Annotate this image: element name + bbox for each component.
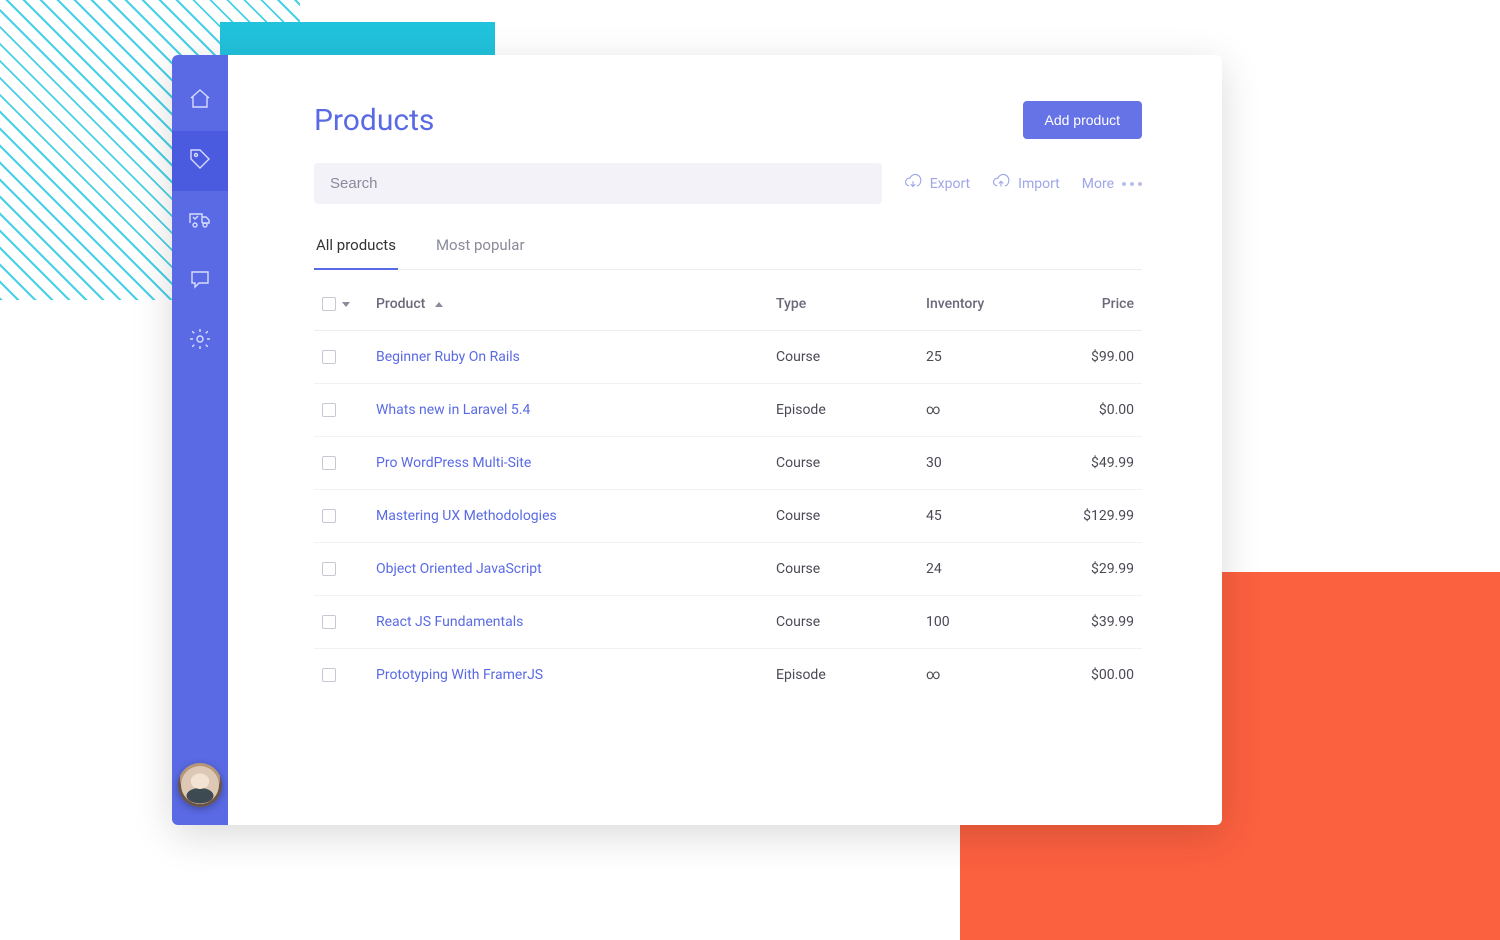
product-type: Episode (768, 649, 918, 702)
app-window: Products Add product Export Import More (172, 55, 1222, 825)
more-button[interactable]: More (1082, 176, 1142, 192)
product-price: $99.00 (1048, 331, 1142, 384)
table-row: Beginner Ruby On RailsCourse25$99.00 (314, 331, 1142, 384)
select-all-checkbox[interactable] (322, 297, 336, 311)
truck-icon (188, 207, 212, 235)
row-checkbox[interactable] (322, 403, 336, 417)
tab-all-products[interactable]: All products (314, 230, 398, 270)
product-inventory: 45 (918, 490, 1048, 543)
tabs: All products Most popular (314, 230, 1142, 270)
table-row: Prototyping With FramerJSEpisode∞$00.00 (314, 649, 1142, 702)
import-label: Import (1018, 176, 1060, 192)
product-type: Course (768, 490, 918, 543)
product-inventory: ∞ (918, 384, 1048, 437)
product-name-link[interactable]: Prototyping With FramerJS (368, 649, 768, 702)
row-checkbox[interactable] (322, 350, 336, 364)
product-name-link[interactable]: Beginner Ruby On Rails (368, 331, 768, 384)
product-inventory: 30 (918, 437, 1048, 490)
home-icon (188, 87, 212, 115)
sidebar-item-messages[interactable] (172, 251, 228, 311)
sidebar-item-home[interactable] (172, 71, 228, 131)
products-table: Product Type Inventory Price Beginner Ru… (314, 278, 1142, 701)
sort-asc-icon (435, 302, 443, 307)
main-content: Products Add product Export Import More (228, 55, 1222, 825)
product-price: $0.00 (1048, 384, 1142, 437)
table-row: React JS FundamentalsCourse100$39.99 (314, 596, 1142, 649)
header-product[interactable]: Product (368, 278, 768, 331)
row-checkbox[interactable] (322, 668, 336, 682)
header-inventory[interactable]: Inventory (918, 278, 1048, 331)
row-checkbox[interactable] (322, 562, 336, 576)
sidebar-item-orders[interactable] (172, 191, 228, 251)
product-price: $29.99 (1048, 543, 1142, 596)
export-button[interactable]: Export (904, 173, 970, 195)
product-type: Course (768, 331, 918, 384)
product-name-link[interactable]: React JS Fundamentals (368, 596, 768, 649)
product-name-link[interactable]: Object Oriented JavaScript (368, 543, 768, 596)
product-type: Episode (768, 384, 918, 437)
product-inventory: 100 (918, 596, 1048, 649)
import-button[interactable]: Import (992, 173, 1060, 195)
search-input[interactable] (314, 163, 882, 204)
product-inventory: 25 (918, 331, 1048, 384)
row-checkbox[interactable] (322, 509, 336, 523)
product-type: Course (768, 596, 918, 649)
product-price: $49.99 (1048, 437, 1142, 490)
product-type: Course (768, 543, 918, 596)
product-price: $39.99 (1048, 596, 1142, 649)
table-row: Pro WordPress Multi-SiteCourse30$49.99 (314, 437, 1142, 490)
table-row: Mastering UX MethodologiesCourse45$129.9… (314, 490, 1142, 543)
avatar[interactable] (178, 763, 222, 807)
product-name-link[interactable]: Pro WordPress Multi-Site (368, 437, 768, 490)
product-inventory: ∞ (918, 649, 1048, 702)
row-checkbox[interactable] (322, 456, 336, 470)
cloud-download-icon (904, 173, 922, 195)
product-name-link[interactable]: Mastering UX Methodologies (368, 490, 768, 543)
product-name-link[interactable]: Whats new in Laravel 5.4 (368, 384, 768, 437)
table-row: Whats new in Laravel 5.4Episode∞$0.00 (314, 384, 1142, 437)
product-price: $00.00 (1048, 649, 1142, 702)
chevron-down-icon[interactable] (342, 302, 350, 307)
header-price[interactable]: Price (1048, 278, 1142, 331)
add-product-button[interactable]: Add product (1023, 101, 1143, 139)
product-inventory: 24 (918, 543, 1048, 596)
sidebar-item-products[interactable] (172, 131, 228, 191)
cloud-upload-icon (992, 173, 1010, 195)
more-dots-icon (1122, 182, 1142, 186)
gear-icon (188, 327, 212, 355)
tag-icon (188, 147, 212, 175)
chat-icon (188, 267, 212, 295)
table-row: Object Oriented JavaScriptCourse24$29.99 (314, 543, 1142, 596)
tab-most-popular[interactable]: Most popular (434, 230, 527, 270)
export-label: Export (930, 176, 970, 192)
sidebar-item-settings[interactable] (172, 311, 228, 371)
sidebar (172, 55, 228, 825)
header-product-label: Product (376, 296, 425, 312)
header-type[interactable]: Type (768, 278, 918, 331)
more-label: More (1082, 176, 1114, 192)
row-checkbox[interactable] (322, 615, 336, 629)
product-price: $129.99 (1048, 490, 1142, 543)
page-title: Products (314, 103, 434, 138)
product-type: Course (768, 437, 918, 490)
